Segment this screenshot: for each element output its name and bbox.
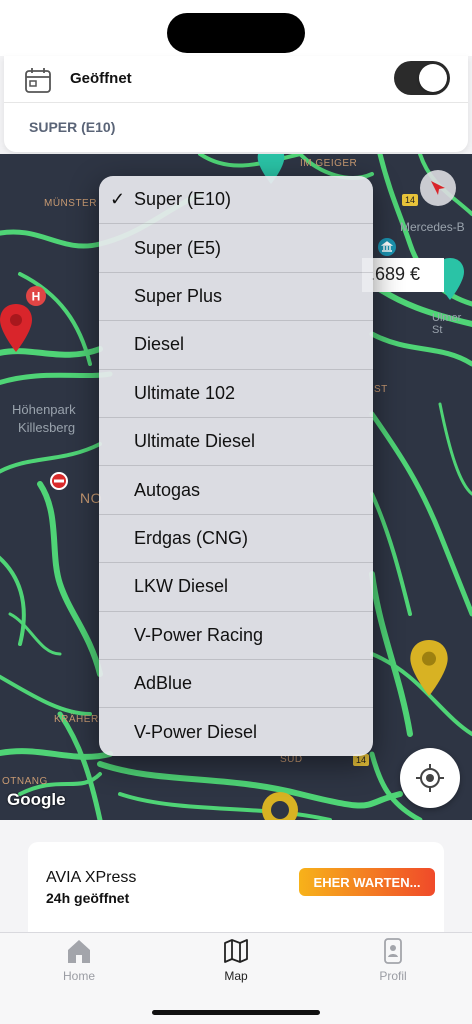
fuel-option-label: V-Power Diesel (134, 721, 258, 742)
fuel-option-label: Ultimate Diesel (134, 431, 256, 452)
wait-button[interactable]: EHER WARTEN... (299, 868, 435, 896)
checkmark-icon: ✓ (110, 189, 126, 209)
fuel-option[interactable]: Ultimate Diesel (99, 418, 373, 467)
museum-marker-icon (378, 238, 396, 256)
calendar-icon (25, 68, 51, 93)
fuel-option[interactable]: Diesel (99, 321, 373, 370)
map-label-im-geiger: IM GEIGER (300, 158, 358, 169)
profile-icon (384, 938, 402, 964)
compass-button[interactable] (420, 170, 456, 206)
fuel-option[interactable]: Super (E5) (99, 224, 373, 273)
fuel-option[interactable]: LKW Diesel (99, 563, 373, 612)
google-attribution: Google (7, 790, 66, 809)
fuel-pin-red[interactable] (0, 304, 32, 352)
fuel-pin-yellow[interactable] (410, 640, 448, 696)
fuel-option[interactable]: Ultimate 102 (99, 370, 373, 418)
tab-map-label: Map (224, 969, 248, 983)
fuel-option-label: LKW Diesel (134, 576, 229, 597)
compass-icon (431, 181, 445, 195)
fuel-option[interactable]: Erdgas (CNG) (99, 515, 373, 564)
map-icon (224, 939, 248, 963)
tab-profile-label: Profil (379, 969, 407, 983)
home-icon (68, 940, 90, 963)
hospital-marker-icon: H (26, 286, 46, 306)
fuel-option[interactable]: Super Plus (99, 273, 373, 322)
fuel-type-selector[interactable]: SUPER (E10) (29, 119, 115, 135)
fuel-option[interactable]: V-Power Racing (99, 612, 373, 660)
map-label-hoehenpark: Höhenpark (12, 402, 76, 417)
map-label-ulmer: Ulmer St (432, 312, 462, 336)
filter-panel: Geöffnet SUPER (E10) (4, 56, 468, 152)
map-label-kraeher: KRÄHER (54, 714, 99, 725)
fuel-option[interactable]: V-Power Diesel (99, 708, 373, 756)
map-label-st: ST (374, 384, 388, 395)
map-label-mercedes: Mercedes-B (400, 220, 465, 234)
home-indicator (152, 1010, 320, 1015)
fuel-option-label: Super (E5) (134, 237, 222, 258)
fuel-option-label: Erdgas (CNG) (134, 527, 249, 548)
divider (4, 102, 468, 103)
fuel-type-menu: ✓ Super (E10) Super (E5) Super Plus Dies… (99, 176, 373, 756)
fuel-option[interactable]: Autogas (99, 466, 373, 515)
fuel-option[interactable]: AdBlue (99, 660, 373, 709)
fuel-option-label: V-Power Racing (134, 624, 264, 645)
tab-profile[interactable]: Profil (353, 937, 433, 983)
fuel-pin-yellow-bottom[interactable] (260, 790, 300, 820)
map-label-otnang: OTNANG (2, 776, 48, 787)
open-toggle[interactable] (394, 61, 450, 95)
fuel-option-label: Super Plus (134, 285, 223, 306)
price-tag[interactable]: .689 € (362, 258, 444, 292)
fuel-option[interactable]: ✓ Super (E10) (99, 176, 373, 225)
dynamic-island (167, 13, 305, 53)
status-bar (0, 0, 472, 56)
fuel-option-label: AdBlue (134, 673, 193, 694)
map-label-muenster: MÜNSTER (44, 198, 97, 209)
toggle-knob (419, 64, 447, 92)
open-filter-label: Geöffnet (70, 70, 132, 87)
locate-me-button[interactable] (400, 748, 460, 808)
fuel-option-label: Super (E10) (134, 189, 232, 210)
no-entry-icon (50, 472, 68, 490)
map-label-killesberg: Killesberg (18, 420, 76, 435)
tab-map[interactable]: Map (196, 937, 276, 983)
fuel-option-label: Ultimate 102 (134, 382, 236, 403)
tab-home-label: Home (62, 969, 95, 983)
fuel-option-label: Autogas (134, 479, 201, 500)
route-shield-14-top: 14 (402, 194, 419, 206)
fuel-option-label: Diesel (134, 334, 185, 355)
crosshair-icon (416, 764, 444, 792)
tab-home[interactable]: Home (39, 937, 119, 983)
station-name: AVIA XPress (46, 869, 137, 886)
svg-text:H: H (32, 290, 41, 304)
station-hours: 24h geöffnet (46, 890, 130, 906)
